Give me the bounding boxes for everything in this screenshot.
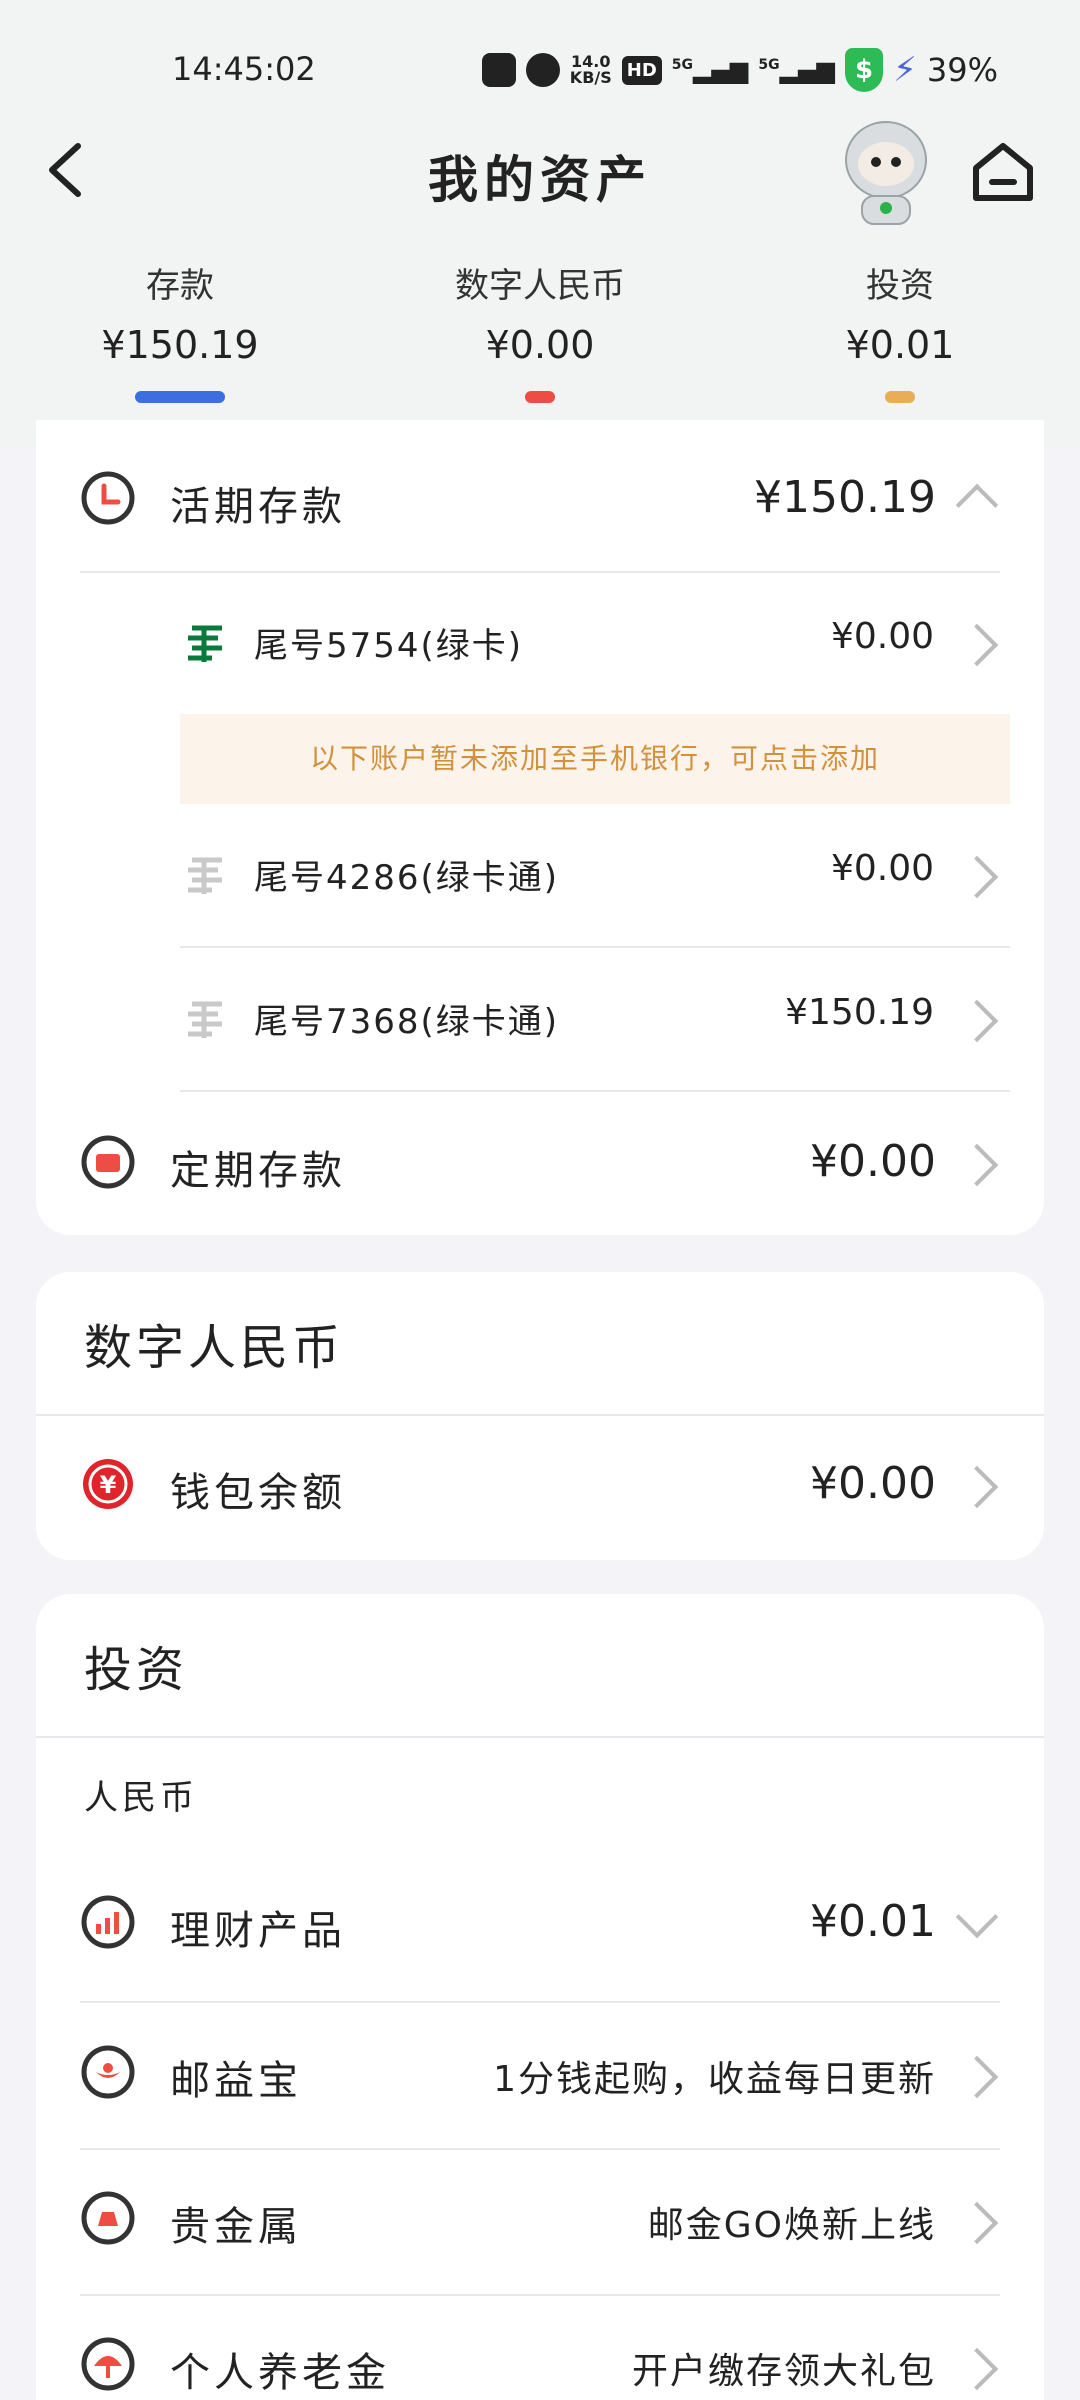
youyibao-promo: 1分钱起购，收益每日更新 <box>493 2059 936 2100</box>
calendar-icon <box>80 1134 136 1190</box>
divider <box>180 1090 1010 1092</box>
umbrella-icon <box>80 2336 136 2392</box>
net-speed: 14.0 KB/S <box>570 54 612 86</box>
postal-bank-logo-icon <box>188 857 222 894</box>
tab-label: 存款 <box>146 266 214 306</box>
chevron-right-icon[interactable] <box>955 2347 999 2391</box>
security-shield-icon: $ <box>845 48 883 92</box>
chevron-down-icon[interactable] <box>955 1895 999 1939</box>
digital-rmb-icon: ¥ <box>80 1456 136 1512</box>
divider <box>80 2294 1000 2296</box>
youyibao-row[interactable]: 邮益宝 1分钱起购，收益每日更新 <box>36 2044 1044 2124</box>
account-value: ¥0.00 <box>830 616 934 657</box>
assistant-robot-icon[interactable] <box>838 120 934 226</box>
battery-level: 39% <box>926 51 998 89</box>
asset-tabs: 存款 ¥150.19 数字人民币 ¥0.00 投资 ¥0.01 <box>0 258 1080 418</box>
divider <box>80 2001 1000 2003</box>
sim1-label: 5G <box>671 57 694 73</box>
tab-indicator <box>135 391 225 403</box>
youyibao-icon <box>80 2044 136 2100</box>
chevron-right-icon[interactable] <box>955 1465 999 1509</box>
section-title: 数字人民币 <box>84 1320 345 1376</box>
tab-deposit[interactable]: 存款 ¥150.19 <box>30 258 330 403</box>
tab-indicator <box>525 391 555 403</box>
precious-metal-label: 贵金属 <box>170 2204 302 2250</box>
hd-badge: HD <box>621 55 662 85</box>
fixed-deposit-label: 定期存款 <box>170 1148 346 1194</box>
chevron-right-icon[interactable] <box>955 999 999 1043</box>
chevron-right-icon[interactable] <box>955 1143 999 1187</box>
tab-digital-rmb[interactable]: 数字人民币 ¥0.00 <box>390 258 690 403</box>
section-title: 投资 <box>84 1642 189 1698</box>
header: 我的资产 <box>0 120 1080 225</box>
account-label: 尾号5754(绿卡) <box>254 626 524 666</box>
chevron-right-icon[interactable] <box>955 2201 999 2245</box>
currency-label: 人民币 <box>84 1778 198 1818</box>
divider <box>80 571 1000 573</box>
status-time: 14:45:02 <box>172 50 316 88</box>
account-label: 尾号4286(绿卡通) <box>254 858 560 898</box>
postal-bank-logo-icon <box>188 1001 222 1038</box>
tab-amount: ¥0.00 <box>485 323 595 367</box>
account-row[interactable]: 尾号7368(绿卡通) ¥150.19 <box>36 992 1044 1072</box>
pension-label: 个人养老金 <box>170 2350 390 2396</box>
add-account-notice[interactable]: 以下账户暂未添加至手机银行，可点击添加 <box>180 714 1010 804</box>
tab-investment[interactable]: 投资 ¥0.01 <box>750 258 1050 403</box>
top-panel: 14:45:02 14.0 KB/S HD 5G▂▄▆ 5G▂▄▆ $ ⚡ 39%… <box>0 0 1080 448</box>
gold-bar-icon <box>80 2190 136 2246</box>
fixed-deposit-value: ¥0.00 <box>810 1136 936 1187</box>
chevron-right-icon[interactable] <box>955 855 999 899</box>
wealth-product-row[interactable]: 理财产品 ¥0.01 <box>36 1894 1044 1974</box>
tab-amount: ¥0.01 <box>845 323 955 367</box>
digital-rmb-card: 数字人民币 ¥ 钱包余额 ¥0.00 <box>36 1272 1044 1560</box>
pension-promo: 开户缴存领大礼包 <box>631 2351 936 2392</box>
chevron-right-icon[interactable] <box>955 623 999 667</box>
tab-indicator <box>885 391 915 403</box>
current-deposit-value: ¥150.19 <box>754 472 936 523</box>
app-notification-icon <box>481 53 516 87</box>
account-value: ¥150.19 <box>785 992 934 1033</box>
account-row[interactable]: 尾号4286(绿卡通) ¥0.00 <box>36 848 1044 928</box>
fixed-deposit-row[interactable]: 定期存款 ¥0.00 <box>36 1134 1044 1214</box>
wallet-balance-row[interactable]: ¥ 钱包余额 ¥0.00 <box>36 1456 1044 1536</box>
youyibao-label: 邮益宝 <box>170 2058 302 2104</box>
wallet-balance-value: ¥0.00 <box>810 1458 936 1509</box>
account-row[interactable]: 尾号5754(绿卡) ¥0.00 <box>36 616 1044 696</box>
sim2-label: 5G <box>758 57 780 73</box>
wealth-product-value: ¥0.01 <box>810 1896 936 1947</box>
deposit-card: 活期存款 ¥150.19 尾号5754(绿卡) ¥0.00 以下账户暂未添加至手… <box>36 420 1044 1235</box>
precious-metal-row[interactable]: 贵金属 邮金GO焕新上线 <box>36 2190 1044 2270</box>
investment-card: 投资 人民币 理财产品 ¥0.01 邮益宝 1分钱起购，收益每日更新 贵金属 邮… <box>36 1594 1044 2400</box>
divider <box>36 1736 1044 1738</box>
wealth-product-label: 理财产品 <box>170 1908 346 1954</box>
bar-chart-icon <box>80 1894 136 1950</box>
account-label: 尾号7368(绿卡通) <box>254 1002 560 1042</box>
sim1-signal-icon: 5G▂▄▆ <box>671 56 749 84</box>
divider <box>36 1414 1044 1416</box>
chevron-up-icon[interactable] <box>955 483 999 527</box>
divider <box>180 946 1010 948</box>
pension-row[interactable]: 个人养老金 开户缴存领大礼包 <box>36 2336 1044 2400</box>
tab-amount: ¥150.19 <box>101 323 259 367</box>
chevron-right-icon[interactable] <box>955 2055 999 2099</box>
charging-icon: ⚡ <box>893 50 917 90</box>
status-bar: 14:45:02 14.0 KB/S HD 5G▂▄▆ 5G▂▄▆ $ ⚡ 39% <box>0 44 1080 94</box>
sim2-signal-icon: 5G▂▄▆ <box>758 56 835 84</box>
tab-label: 数字人民币 <box>455 266 625 306</box>
bluetooth-icon <box>525 53 560 87</box>
account-value: ¥0.00 <box>830 848 934 889</box>
precious-metal-promo: 邮金GO焕新上线 <box>647 2205 936 2246</box>
current-deposit-row[interactable]: 活期存款 ¥150.19 <box>36 470 1044 570</box>
tab-label: 投资 <box>866 266 934 306</box>
wallet-balance-label: 钱包余额 <box>170 1470 346 1516</box>
current-deposit-label: 活期存款 <box>170 484 346 530</box>
svg-text:¥: ¥ <box>100 1471 117 1499</box>
home-icon[interactable] <box>970 140 1036 204</box>
net-speed-unit: KB/S <box>569 68 612 87</box>
divider <box>80 2148 1000 2150</box>
postal-bank-logo-icon <box>188 625 222 662</box>
status-icons: 14.0 KB/S HD 5G▂▄▆ 5G▂▄▆ $ ⚡ 39% <box>481 48 998 92</box>
clock-icon <box>80 470 136 526</box>
